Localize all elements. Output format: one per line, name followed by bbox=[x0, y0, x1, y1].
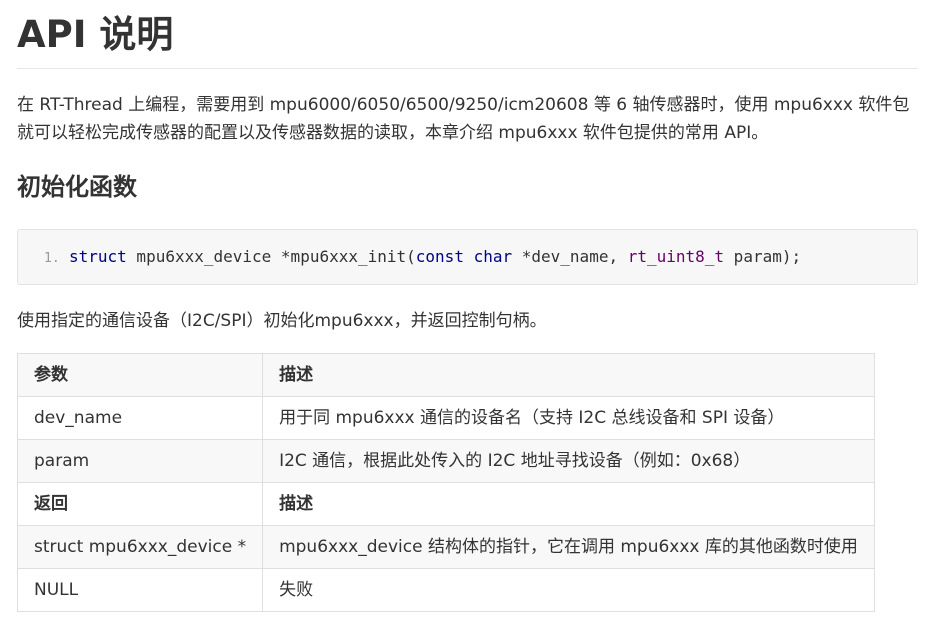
intro-paragraph: 在 RT-Thread 上编程，需要用到 mpu6000/6050/6500/9… bbox=[17, 95, 910, 143]
section-heading: 初始化函数 bbox=[17, 173, 137, 201]
table-row: NULL 失败 bbox=[16, 568, 875, 612]
table-row: param I2C 通信，根据此处传入的 I2C 地址寻找设备（例如：0x68） bbox=[16, 439, 875, 483]
code-arg-param: param); bbox=[724, 247, 802, 266]
table-row: struct mpu6xxx_device * mpu6xxx_device 结… bbox=[16, 525, 875, 569]
code-type-name: mpu6xxx_device bbox=[126, 247, 281, 266]
code-block[interactable]: 1. struct mpu6xxx_device *mpu6xxx_init(co… bbox=[17, 229, 918, 285]
param-desc-cell: I2C 通信，根据此处传入的 I2C 地址寻找设备（例如：0x68） bbox=[262, 439, 875, 483]
page-title: API 说明 bbox=[17, 0, 918, 69]
param-desc-cell: 用于同 mpu6xxx 通信的设备名（支持 I2C 总线设备和 SPI 设备） bbox=[262, 396, 875, 440]
table-row: dev_name 用于同 mpu6xxx 通信的设备名（支持 I2C 总线设备和… bbox=[16, 396, 875, 440]
return-desc-cell: mpu6xxx_device 结构体的指针，它在调用 mpu6xxx 库的其他函… bbox=[262, 525, 875, 569]
table-header-cell: 描述 bbox=[262, 482, 875, 526]
code-keyword-char: char bbox=[473, 247, 513, 266]
document-page: API 说明 在 RT-Thread 上编程，需要用到 mpu6000/6050… bbox=[16, 0, 918, 612]
param-name-cell: dev_name bbox=[16, 396, 264, 440]
code-line-number: 1. bbox=[44, 251, 60, 266]
code-arg-dev-name: *dev_name, bbox=[512, 247, 628, 266]
code-keyword-struct: struct bbox=[69, 247, 127, 266]
param-name-cell: param bbox=[16, 439, 264, 483]
return-value-cell: struct mpu6xxx_device * bbox=[16, 525, 264, 569]
function-description: 使用指定的通信设备（I2C/SPI）初始化mpu6xxx，并返回控制句柄。 bbox=[17, 311, 547, 331]
table-header-cell: 描述 bbox=[262, 353, 875, 397]
table-header-cell: 参数 bbox=[16, 353, 264, 397]
return-value-cell: NULL bbox=[16, 568, 264, 612]
table-header-cell: 返回 bbox=[16, 482, 264, 526]
code-function-name: *mpu6xxx_init( bbox=[280, 247, 416, 266]
return-desc-cell: 失败 bbox=[262, 568, 875, 612]
table-header-row: 参数 描述 bbox=[16, 353, 875, 397]
table-return-header-row: 返回 描述 bbox=[16, 482, 875, 526]
params-table: 参数 描述 dev_name 用于同 mpu6xxx 通信的设备名（支持 I2C… bbox=[16, 353, 875, 612]
code-keyword-const: const bbox=[415, 247, 464, 266]
code-type-rt-uint8: rt_uint8_t bbox=[627, 247, 725, 266]
